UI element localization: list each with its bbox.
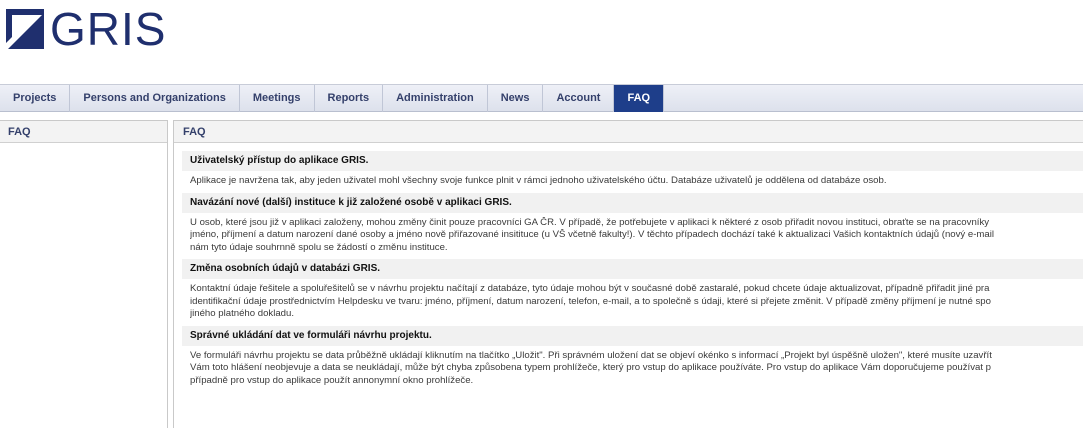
faq-answer-line: Vám toto hlášení neobjevuje a data se ne… xyxy=(190,362,992,373)
faq-answer: Ve formuláři návrhu projektu se data prů… xyxy=(182,346,1083,393)
tab-account[interactable]: Account xyxy=(543,85,615,112)
faq-answer: Aplikace je navržena tak, aby jeden uživ… xyxy=(182,171,1083,193)
tab-meetings[interactable]: Meetings xyxy=(240,85,315,112)
sidebar: FAQ xyxy=(0,120,168,428)
faq-answer-line: Kontaktní údaje řešitele a spoluřešitelů… xyxy=(190,283,990,294)
tab-persons-and-organizations[interactable]: Persons and Organizations xyxy=(70,85,240,112)
faq-answer-line: nám tyto údaje souhrnně spolu se žádostí… xyxy=(190,241,448,253)
faq-panel: FAQ Uživatelský přístup do aplikace GRIS… xyxy=(173,120,1083,428)
tab-administration[interactable]: Administration xyxy=(383,85,488,112)
tab-news[interactable]: News xyxy=(488,85,544,112)
header: GRIS xyxy=(0,0,1083,82)
faq-question: Uživatelský přístup do aplikace GRIS. xyxy=(182,151,1083,171)
tab-faq[interactable]: FAQ xyxy=(614,85,665,112)
gris-logo-icon xyxy=(6,9,44,49)
main-nav: Projects Persons and Organizations Meeti… xyxy=(0,84,1083,112)
tab-projects[interactable]: Projects xyxy=(0,85,71,112)
faq-answer-line: U osob, které jsou již v aplikaci založe… xyxy=(190,216,990,228)
faq-answer: Kontaktní údaje řešitele a spoluřešitelů… xyxy=(182,279,1083,326)
logo-text: GRIS xyxy=(50,3,167,55)
faq-answer-line: případně pro vstup do aplikace použít an… xyxy=(190,374,474,386)
faq-question: Změna osobních údajů v databázi GRIS. xyxy=(182,259,1083,279)
faq-list: Uživatelský přístup do aplikace GRIS. Ap… xyxy=(174,143,1083,392)
faq-answer-line: Ve formuláři návrhu projektu se data prů… xyxy=(190,349,992,361)
faq-answer-line: jméno, příjmení a datum narození dané os… xyxy=(190,229,994,240)
faq-answer-line: identifikační údaje prostřednictvím Help… xyxy=(190,295,991,307)
faq-answer: U osob, které jsou již v aplikaci založe… xyxy=(182,213,1083,260)
faq-question: Správné ukládání dat ve formuláři návrhu… xyxy=(182,325,1083,346)
faq-answer-line: Aplikace je navržena tak, aby jeden uživ… xyxy=(190,175,887,186)
sidebar-title: FAQ xyxy=(0,121,167,143)
faq-answer-line: jiného platného dokladu. xyxy=(190,308,295,319)
faq-question: Navázání nové (další) instituce k již za… xyxy=(182,192,1083,213)
gris-logo[interactable]: GRIS xyxy=(6,3,167,55)
page-title: FAQ xyxy=(174,121,1083,143)
tab-reports[interactable]: Reports xyxy=(315,85,384,112)
